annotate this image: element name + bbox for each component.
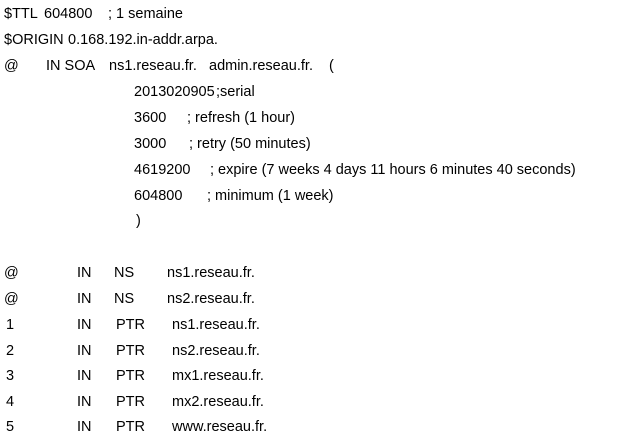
soa-serial-value: 2013020905: [134, 84, 215, 100]
record-target: www.reseau.fr.: [172, 419, 268, 435]
soa-expire-value: 4619200: [134, 162, 191, 178]
record-owner: 5: [6, 419, 15, 435]
record-owner: 1: [6, 317, 15, 333]
soa-refresh-value: 3600: [134, 110, 167, 126]
record-target: ns2.reseau.fr.: [172, 343, 260, 359]
record-class: IN: [77, 291, 92, 307]
soa-owner: @: [4, 58, 19, 74]
record-target: mx1.reseau.fr.: [172, 368, 264, 384]
soa-primary-ns: ns1.reseau.fr.: [109, 58, 197, 74]
dns-zone-file: $TTL 604800 ; 1 semaine $ORIGIN 0.168.19…: [0, 0, 625, 442]
ttl-keyword: $TTL: [4, 6, 38, 22]
soa-admin: admin.reseau.fr.: [209, 58, 313, 74]
record-type: NS: [114, 291, 135, 307]
soa-minimum-value: 604800: [134, 188, 183, 204]
record-type: PTR: [116, 419, 145, 435]
record-class: IN: [77, 368, 92, 384]
soa-record-type: IN SOA: [46, 58, 96, 74]
record-class: IN: [77, 317, 92, 333]
record-target: ns1.reseau.fr.: [172, 317, 260, 333]
ttl-value: 604800: [44, 6, 93, 22]
soa-refresh-comment: ; refresh (1 hour): [187, 110, 295, 126]
record-class: IN: [77, 419, 92, 435]
record-type: PTR: [116, 394, 145, 410]
record-type: NS: [114, 265, 135, 281]
record-type: PTR: [116, 343, 145, 359]
soa-expire-comment: ; expire (7 weeks 4 days 11 hours 6 minu…: [210, 162, 576, 178]
soa-open-paren: (: [329, 58, 334, 74]
soa-close-paren: ): [136, 213, 141, 229]
record-class: IN: [77, 265, 92, 281]
record-type: PTR: [116, 368, 145, 384]
record-type: PTR: [116, 317, 145, 333]
soa-retry-value: 3000: [134, 136, 167, 152]
soa-retry-comment: ; retry (50 minutes): [189, 136, 311, 152]
record-target: ns2.reseau.fr.: [167, 291, 255, 307]
record-owner: @: [4, 291, 19, 307]
record-owner: @: [4, 265, 19, 281]
record-owner: 3: [6, 368, 15, 384]
ttl-comment: ; 1 semaine: [108, 6, 183, 22]
record-target: mx2.reseau.fr.: [172, 394, 264, 410]
record-class: IN: [77, 343, 92, 359]
record-owner: 2: [6, 343, 15, 359]
soa-serial-comment: ;serial: [216, 84, 255, 100]
soa-minimum-comment: ; minimum (1 week): [207, 188, 334, 204]
record-class: IN: [77, 394, 92, 410]
origin-value: 0.168.192.in-addr.arpa.: [68, 32, 218, 48]
record-owner: 4: [6, 394, 15, 410]
origin-keyword: $ORIGIN: [4, 32, 64, 48]
record-target: ns1.reseau.fr.: [167, 265, 255, 281]
